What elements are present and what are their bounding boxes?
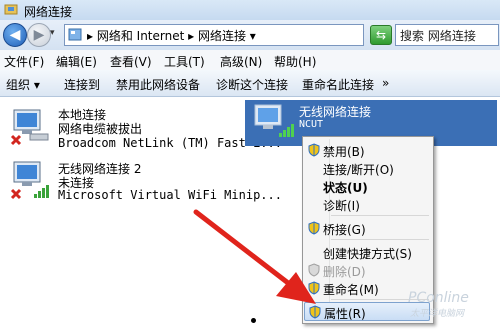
menu-bar: 文件(F) 编辑(E) 查看(V) 工具(T) 高级(N) 帮助(H) [0,50,500,71]
wireless-adapter-icon [10,161,49,200]
toolbar-overflow-button[interactable]: » [382,76,389,90]
connection-status: NCUT [299,119,324,130]
rename-connection-button[interactable]: 重命名此连接 [302,76,374,93]
shield-icon [308,281,320,295]
command-bar: 组织 ▾ 连接到 禁用此网络设备 诊断这个连接 重命名此连接 » [0,70,500,97]
network-folder-icon [4,4,18,15]
address-bar: ◀ ▶ ▾ ▸ 网络和 Internet ▸ 网络连接 ▾ ⇆ 搜索 网络连接 [0,20,500,51]
refresh-button[interactable]: ⇆ [370,25,392,45]
connection-wireless-2[interactable]: 无线网络连接 2 未连接 Microsoft Virtual WiFi Mini… [8,160,282,206]
menu-separator [331,215,429,216]
menu-item-label: 重命名(M) [323,283,379,297]
menu-item-label: 删除(D) [323,265,366,279]
shield-icon [308,143,320,157]
control-panel-icon [68,28,82,41]
menu-item-bridge[interactable]: 桥接(G) [303,219,433,237]
refresh-icon: ⇆ [375,28,387,42]
connect-to-button[interactable]: 连接到 [64,76,100,93]
menu-item-status[interactable]: 状态(U) [303,177,433,195]
search-input[interactable]: 搜索 网络连接 [395,24,499,46]
menu-item-connect-disconnect[interactable]: 连接/断开(O) [303,159,433,177]
search-placeholder: 搜索 网络连接 [400,29,476,43]
menu-item-label: 创建快捷方式(S) [323,247,412,261]
menu-edit[interactable]: 编辑(E) [56,53,97,70]
connection-local[interactable]: 本地连接 网络电缆被拔出 Broadcom NetLink (TM) Fast … [8,106,282,152]
menu-item-label: 状态(U) [323,181,368,195]
back-arrow-icon: ◀ [9,27,21,43]
menu-separator [331,239,429,240]
watermark-brand: PConline [408,290,469,306]
forward-arrow-icon: ▶ [33,27,45,43]
shield-icon [309,305,321,319]
shield-icon [308,263,320,277]
connection-status: 网络电缆被拔出 [58,122,143,136]
menu-item-diagnose[interactable]: 诊断(I) [303,195,433,213]
breadcrumb[interactable]: ▸ 网络和 Internet ▸ 网络连接 ▾ [87,27,256,44]
watermark-sub: 太平洋电脑网 [410,309,465,319]
menu-item-label: 属性(R) [324,307,366,321]
network-adapter-icon [10,109,49,146]
menu-tools[interactable]: 工具(T) [164,53,205,70]
menu-advanced[interactable]: 高级(N) [220,53,262,70]
connection-name: 无线网络连接 [299,105,372,119]
forward-button[interactable]: ▶ [27,23,51,47]
wireless-adapter-icon [254,104,294,137]
menu-item-label: 诊断(I) [323,199,360,213]
menu-file[interactable]: 文件(F) [4,53,44,70]
bullet-dot [251,318,256,323]
disable-device-button[interactable]: 禁用此网络设备 [116,76,200,93]
window-title: 网络连接 [24,5,73,19]
shield-icon [308,221,320,235]
history-dropdown-icon[interactable]: ▾ [50,28,55,38]
menu-item-label: 连接/断开(O) [323,163,394,177]
title-bar: 网络连接 [0,0,500,21]
menu-item-create-shortcut[interactable]: 创建快捷方式(S) [303,243,433,261]
connection-device: Microsoft Virtual WiFi Minip... [58,188,282,202]
menu-item-label: 桥接(G) [323,223,366,237]
menu-help[interactable]: 帮助(H) [274,53,316,70]
menu-item-label: 禁用(B) [323,145,365,159]
back-button[interactable]: ◀ [3,23,27,47]
address-field[interactable]: ▸ 网络和 Internet ▸ 网络连接 ▾ [64,24,364,46]
menu-item-delete: 删除(D) [303,261,433,279]
menu-item-disable[interactable]: 禁用(B) [303,141,433,159]
organize-button[interactable]: 组织 ▾ [6,76,40,93]
diagnose-connection-button[interactable]: 诊断这个连接 [216,76,288,93]
menu-view[interactable]: 查看(V) [110,53,152,70]
